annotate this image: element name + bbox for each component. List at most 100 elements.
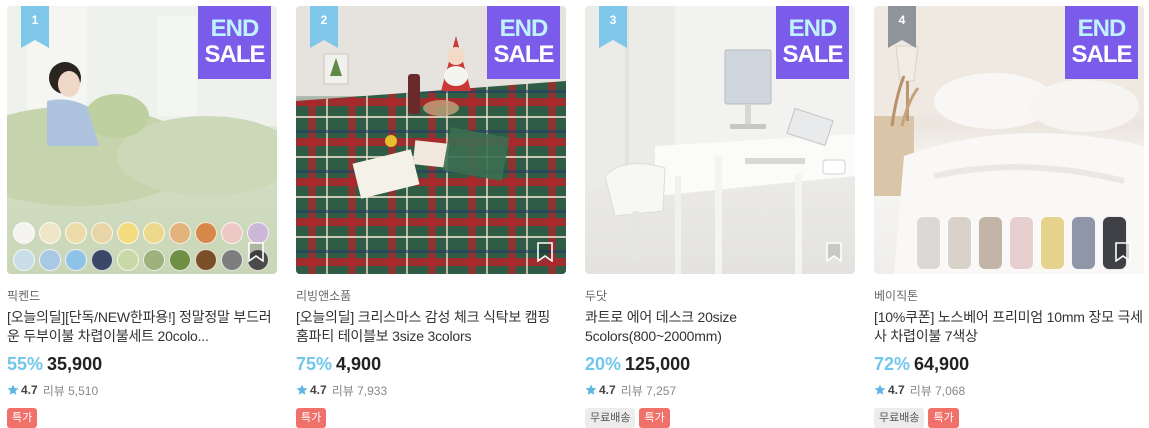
price: 64,900 [914,354,970,374]
end-sale-badge: END SALE [776,6,849,79]
badge-list: 특가 [296,408,566,428]
color-swatch [91,249,113,271]
color-swatch [39,249,61,271]
end-sale-line1: END [210,15,260,42]
color-swatch [1040,216,1065,270]
badge-list: 무료배송 특가 [585,408,855,428]
color-swatch [195,222,217,244]
review-count: 리뷰 7,933 [331,383,388,398]
product-card[interactable]: 4 END SALE 베이직톤 [10%쿠폰] 노스베어 프리미엄 10mm 장… [874,0,1144,428]
rating-score: 4.7 [21,383,38,397]
color-swatch [91,222,113,244]
product-title[interactable]: [10%쿠폰] 노스베어 프리미엄 10mm 장모 극세사 차렵이불 7색상 [874,308,1144,346]
product-image[interactable]: 1 END SALE [7,6,277,274]
discount-rate: 72% [874,354,911,374]
vendor-name[interactable]: 두닷 [585,287,855,303]
product-image[interactable]: 3 END SALE [585,6,855,274]
product-title[interactable]: 콰트로 에어 데스크 20size 5colors(800~2000mm) [585,308,855,346]
product-title[interactable]: [오늘의딜][단독/NEW한파용!] 정말정말 부드러운 두부이불 차렵이불세트… [7,308,277,346]
star-icon [874,384,886,395]
end-sale-badge: END SALE [198,6,271,79]
discount-rate: 55% [7,354,44,374]
product-card[interactable]: 2 END SALE 리빙앤소품 [오늘의딜] 크리스마스 감성 체크 식탁보 … [296,0,566,428]
vendor-name[interactable]: 베이직톤 [874,287,1144,303]
free-shipping-badge: 무료배송 [585,408,636,428]
bookmark-icon[interactable] [825,242,843,262]
color-swatch [195,249,217,271]
price-row: 72% 64,900 [874,354,1144,376]
price-row: 20% 125,000 [585,354,855,376]
rank-badge: 3 [599,6,627,48]
color-swatch [65,222,87,244]
price: 35,900 [47,354,103,374]
product-image[interactable]: 2 END SALE [296,6,566,274]
color-swatch [1071,216,1096,270]
special-deal-badge: 특가 [296,408,327,428]
color-swatch [221,249,243,271]
star-icon [296,384,308,395]
color-swatch [39,222,61,244]
rating-row: 4.7 리뷰 7,068 [874,382,1144,398]
color-swatch [916,216,941,270]
end-sale-line2: SALE [1071,41,1132,68]
price-row: 55% 35,900 [7,354,277,376]
rating-row: 4.7 리뷰 7,257 [585,382,855,398]
end-sale-badge: END SALE [1065,6,1138,79]
product-card[interactable]: 3 END SALE 두닷 콰트로 에어 데스크 20size 5colors(… [585,0,855,428]
color-swatch [143,222,165,244]
bookmark-icon[interactable] [247,242,265,262]
special-deal-badge: 특가 [639,408,670,428]
rank-badge: 2 [310,6,338,48]
rank-badge: 1 [21,6,49,48]
end-sale-line1: END [788,15,838,42]
bookmark-icon[interactable] [536,242,554,262]
color-swatch [117,249,139,271]
end-sale-line1: END [499,15,549,42]
rating-row: 4.7 리뷰 7,933 [296,382,566,398]
product-title[interactable]: [오늘의딜] 크리스마스 감성 체크 식탁보 캠핑 홈파티 테이블보 3size… [296,308,566,346]
star-icon [7,384,19,395]
discount-rate: 75% [296,354,333,374]
end-sale-line2: SALE [204,41,265,68]
free-shipping-badge: 무료배송 [874,408,925,428]
special-deal-badge: 특가 [7,408,38,428]
product-image[interactable]: 4 END SALE [874,6,1144,274]
end-sale-line2: SALE [493,41,554,68]
vendor-name[interactable]: 리빙앤소품 [296,287,566,303]
rating-row: 4.7 리뷰 5,510 [7,382,277,398]
rating-score: 4.7 [888,383,905,397]
color-swatch [143,249,165,271]
review-count: 리뷰 5,510 [42,383,99,398]
price-row: 75% 4,900 [296,354,566,376]
review-count: 리뷰 7,257 [620,383,677,398]
bookmark-icon[interactable] [1114,242,1132,262]
review-count: 리뷰 7,068 [909,383,966,398]
price: 125,000 [625,354,691,374]
discount-rate: 20% [585,354,622,374]
star-icon [585,384,597,395]
color-swatches [916,216,1127,270]
color-swatch [1009,216,1034,270]
rating-score: 4.7 [599,383,616,397]
badge-list: 특가 [7,408,277,428]
color-swatch [13,249,35,271]
end-sale-badge: END SALE [487,6,560,79]
badge-list: 무료배송 특가 [874,408,1144,428]
product-card[interactable]: 1 END SALE 픽켄드 [오늘의딜][단독/NEW한파용!] 정말정말 부… [7,0,277,428]
color-swatch [13,222,35,244]
color-swatch [947,216,972,270]
color-swatch [221,222,243,244]
end-sale-line2: SALE [782,41,843,68]
color-swatch [978,216,1003,270]
color-swatch [247,222,269,244]
rating-score: 4.7 [310,383,327,397]
vendor-name[interactable]: 픽켄드 [7,287,277,303]
color-swatches [13,222,271,271]
end-sale-line1: END [1077,15,1127,42]
special-deal-badge: 특가 [928,408,959,428]
color-swatch [169,222,191,244]
product-row: 1 END SALE 픽켄드 [오늘의딜][단독/NEW한파용!] 정말정말 부… [0,0,1149,428]
price: 4,900 [336,354,382,374]
color-swatch [169,249,191,271]
rank-badge: 4 [888,6,916,48]
